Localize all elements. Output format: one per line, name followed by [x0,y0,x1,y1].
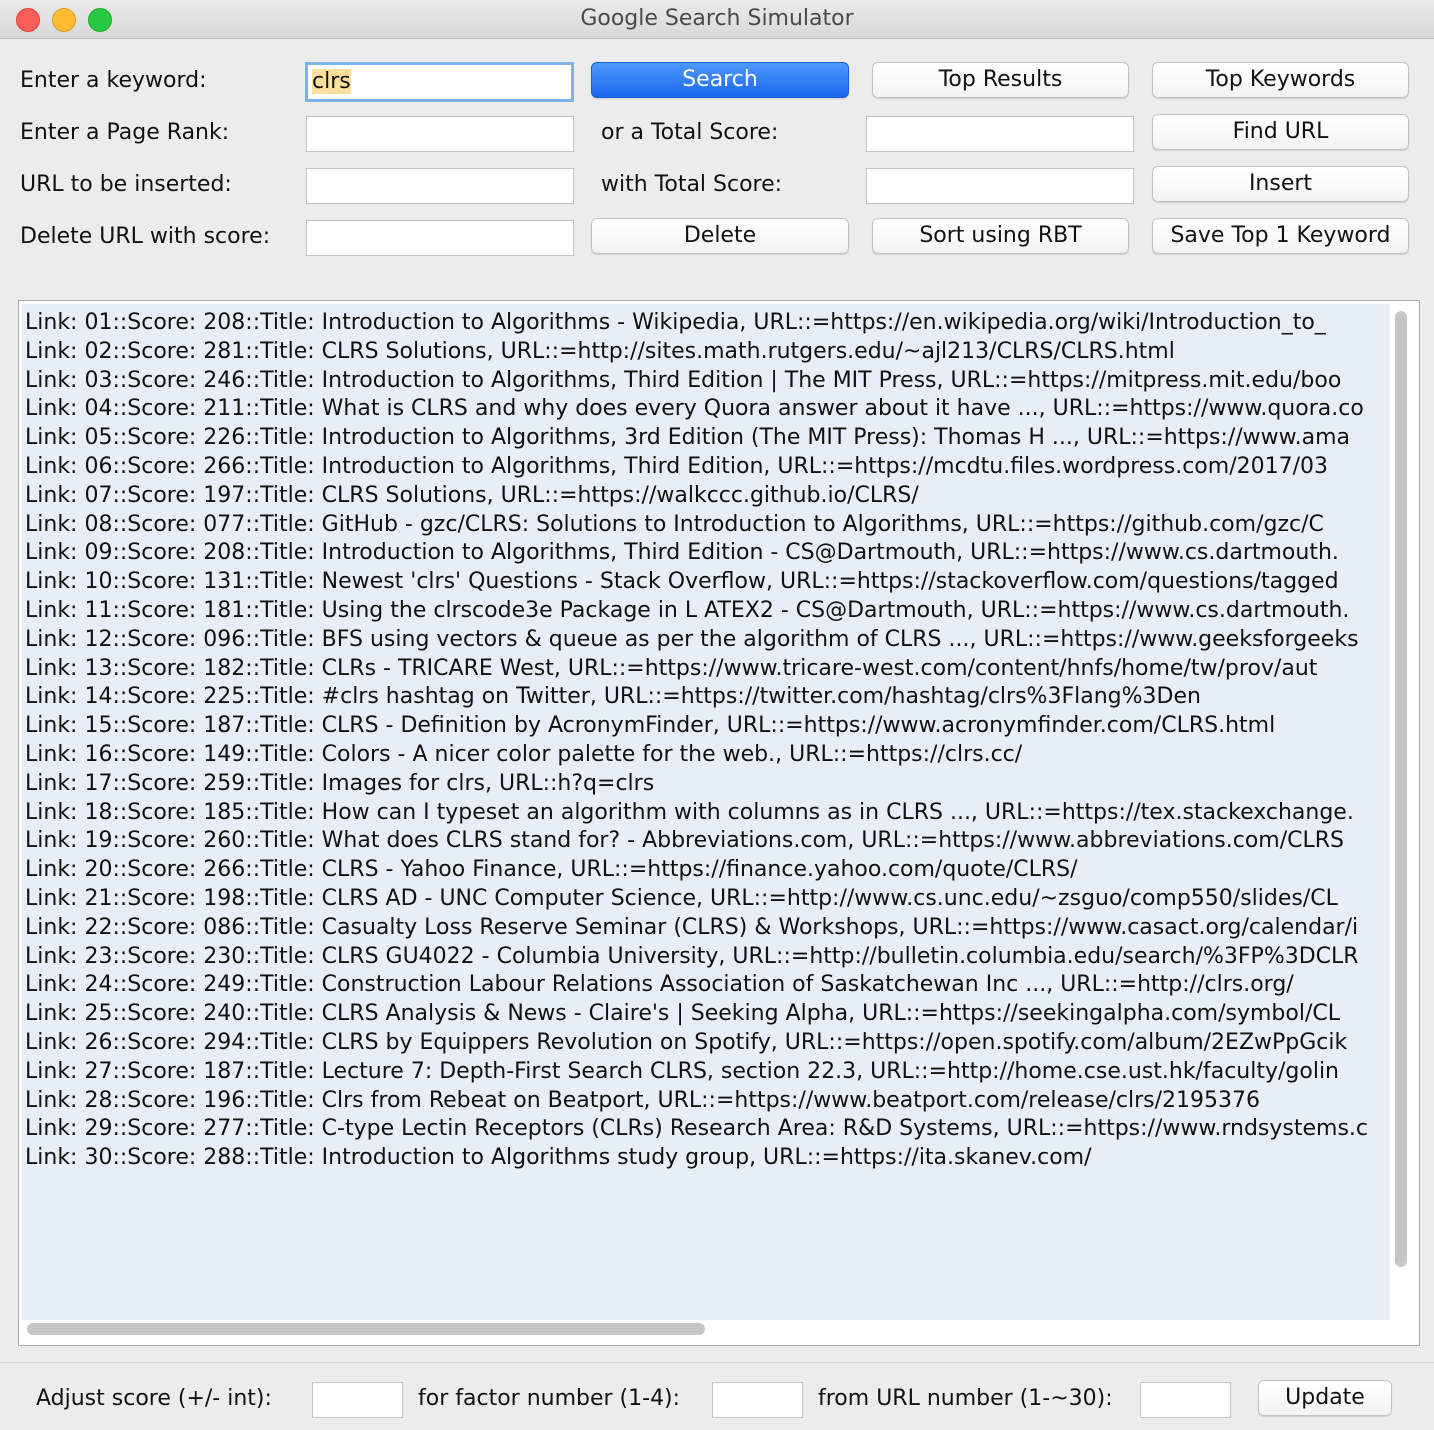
result-line: Link: 02::Score: 281::Title: CLRS Soluti… [25,338,1175,364]
horizontal-scrollbar[interactable] [27,1323,705,1335]
search-button[interactable]: Search [591,62,849,98]
top-keywords-button[interactable]: Top Keywords [1152,62,1409,98]
factor-number-input[interactable] [712,1382,803,1418]
adjust-score-label: Adjust score (+/- int): [36,1386,272,1411]
result-line: Link: 20::Score: 266::Title: CLRS - Yaho… [25,857,1078,883]
result-line: Link: 18::Score: 185::Title: How can I t… [25,799,1354,825]
with-total-score-label: with Total Score: [601,172,783,197]
result-line: Link: 12::Score: 096::Title: BFS using v… [25,626,1359,652]
result-line: Link: 09::Score: 208::Title: Introductio… [25,540,1339,566]
result-line: Link: 27::Score: 187::Title: Lecture 7: … [25,1058,1339,1084]
result-line: Link: 17::Score: 259::Title: Images for … [25,770,655,796]
result-line: Link: 22::Score: 086::Title: Casualty Lo… [25,914,1359,940]
window-title: Google Search Simulator [580,6,854,31]
find-url-button[interactable]: Find URL [1152,114,1409,150]
url-insert-label: URL to be inserted: [20,172,232,197]
keyword-input-value: clrs [312,69,351,94]
app-window: Google Search Simulator Enter a keyword:… [0,0,1434,1430]
result-line: Link: 30::Score: 288::Title: Introductio… [25,1145,1092,1171]
result-line: Link: 13::Score: 182::Title: CLRs - TRIC… [25,655,1318,681]
result-line: Link: 06::Score: 266::Title: Introductio… [25,454,1328,479]
result-line: Link: 29::Score: 277::Title: C-type Lect… [25,1116,1368,1142]
pagerank-input[interactable] [306,116,574,152]
result-line: Link: 15::Score: 187::Title: CLRS - Defi… [25,713,1276,739]
result-line: Link: 07::Score: 197::Title: CLRS Soluti… [25,482,919,508]
with-total-score-input[interactable] [866,168,1134,204]
result-line: Link: 25::Score: 240::Title: CLRS Analys… [25,1001,1340,1027]
divider [0,1362,1434,1363]
adjust-score-input[interactable] [312,1382,403,1418]
save-top-keyword-button[interactable]: Save Top 1 Keyword [1152,218,1409,254]
result-line: Link: 23::Score: 230::Title: CLRS GU4022… [25,943,1359,969]
results-text-area[interactable]: Link: 01::Score: 208::Title: Introductio… [18,300,1420,1346]
delete-score-input[interactable] [306,220,574,256]
factor-number-label: for factor number (1-4): [418,1386,681,1411]
result-line: Link: 16::Score: 149::Title: Colors - A … [25,742,1023,767]
keyword-label: Enter a keyword: [20,68,207,93]
total-score-input[interactable] [866,116,1134,152]
result-line: Link: 01::Score: 208::Title: Introductio… [25,310,1326,335]
result-line: Link: 26::Score: 294::Title: CLRS by Equ… [25,1030,1348,1055]
result-line: Link: 11::Score: 181::Title: Using the c… [25,598,1350,623]
title-bar: Google Search Simulator [0,0,1434,39]
result-line: Link: 10::Score: 131::Title: Newest 'clr… [25,569,1339,595]
pagerank-label: Enter a Page Rank: [20,120,230,145]
results-list[interactable]: Link: 01::Score: 208::Title: Introductio… [22,304,1390,1320]
result-line: Link: 08::Score: 077::Title: GitHub - gz… [25,511,1324,537]
result-line: Link: 19::Score: 260::Title: What does C… [25,828,1345,854]
url-number-input[interactable] [1140,1382,1231,1418]
result-line: Link: 28::Score: 196::Title: Clrs from R… [25,1087,1261,1113]
top-results-button[interactable]: Top Results [872,62,1129,98]
vertical-scrollbar[interactable] [1395,311,1407,1267]
result-line: Link: 03::Score: 246::Title: Introductio… [25,367,1342,393]
result-line: Link: 24::Score: 249::Title: Constructio… [25,972,1294,998]
update-button[interactable]: Update [1258,1380,1392,1416]
result-line: Link: 04::Score: 211::Title: What is CLR… [25,396,1364,422]
keyword-input[interactable]: clrs [305,62,574,102]
total-score-label: or a Total Score: [601,120,779,145]
insert-button[interactable]: Insert [1152,166,1409,202]
url-insert-input[interactable] [306,168,574,204]
sort-rbt-button[interactable]: Sort using RBT [872,218,1129,254]
result-line: Link: 21::Score: 198::Title: CLRS AD - U… [25,886,1338,911]
result-line: Link: 05::Score: 226::Title: Introductio… [25,425,1350,451]
url-number-label: from URL number (1-~30): [818,1386,1113,1411]
delete-button[interactable]: Delete [591,218,849,254]
delete-label: Delete URL with score: [20,224,271,249]
result-line: Link: 14::Score: 225::Title: #clrs hasht… [25,684,1201,710]
